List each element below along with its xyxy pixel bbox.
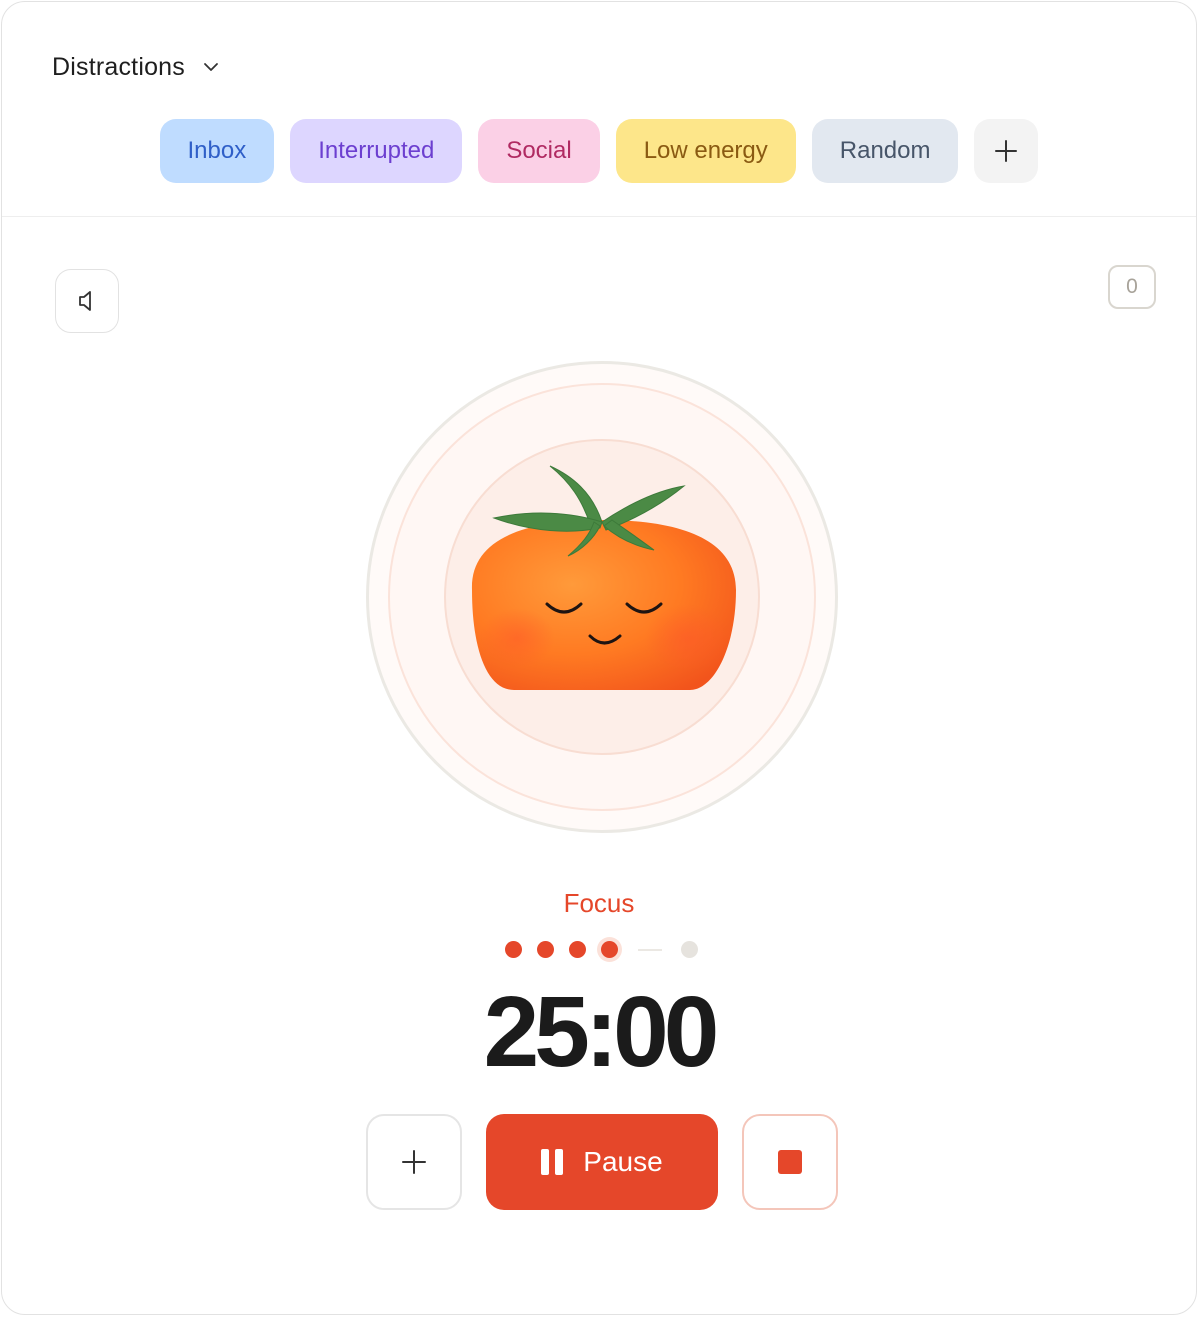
chip-low-energy[interactable]: Low energy: [615, 119, 796, 183]
chip-social[interactable]: Social: [478, 119, 600, 183]
session-dot: [505, 941, 522, 958]
pause-icon: [541, 1149, 564, 1175]
speaker-icon: [79, 291, 91, 311]
plus-icon: [402, 1150, 426, 1174]
sound-toggle-button[interactable]: [55, 269, 119, 333]
chip-random[interactable]: Random: [811, 119, 959, 183]
stop-button[interactable]: [742, 1114, 838, 1210]
dropdown-label: Distractions: [52, 52, 185, 81]
phase-label: Focus: [563, 888, 635, 918]
countdown-timer: 25:00: [483, 976, 720, 1088]
session-dot: [601, 941, 618, 958]
session-dot: [537, 941, 554, 958]
chevron-down-icon: [204, 63, 218, 71]
distraction-count-badge: 0: [1108, 265, 1156, 309]
plus-icon: [995, 140, 1018, 162]
pause-label: Pause: [583, 1146, 663, 1177]
session-progress-dots: [2, 940, 1196, 960]
long-break-separator: [638, 949, 662, 951]
chip-inbox[interactable]: Inbox: [159, 119, 275, 183]
chip-interrupted[interactable]: Interrupted: [290, 119, 463, 183]
stop-icon: [778, 1150, 802, 1174]
add-time-button[interactable]: [366, 1114, 462, 1210]
tomato-illustration: [471, 465, 736, 690]
add-chip-button[interactable]: [974, 119, 1039, 183]
distractions-header: Distractions Inbox Interrupted Social Lo…: [2, 2, 1196, 217]
distractions-dropdown[interactable]: Distractions: [52, 48, 223, 86]
distraction-chips: Inbox Interrupted Social Low energy Rand…: [2, 119, 1196, 183]
session-dot: [681, 941, 698, 958]
timer-card: Distractions Inbox Interrupted Social Lo…: [1, 1, 1197, 1315]
session-dot: [569, 941, 586, 958]
pause-button[interactable]: Pause: [486, 1114, 718, 1210]
